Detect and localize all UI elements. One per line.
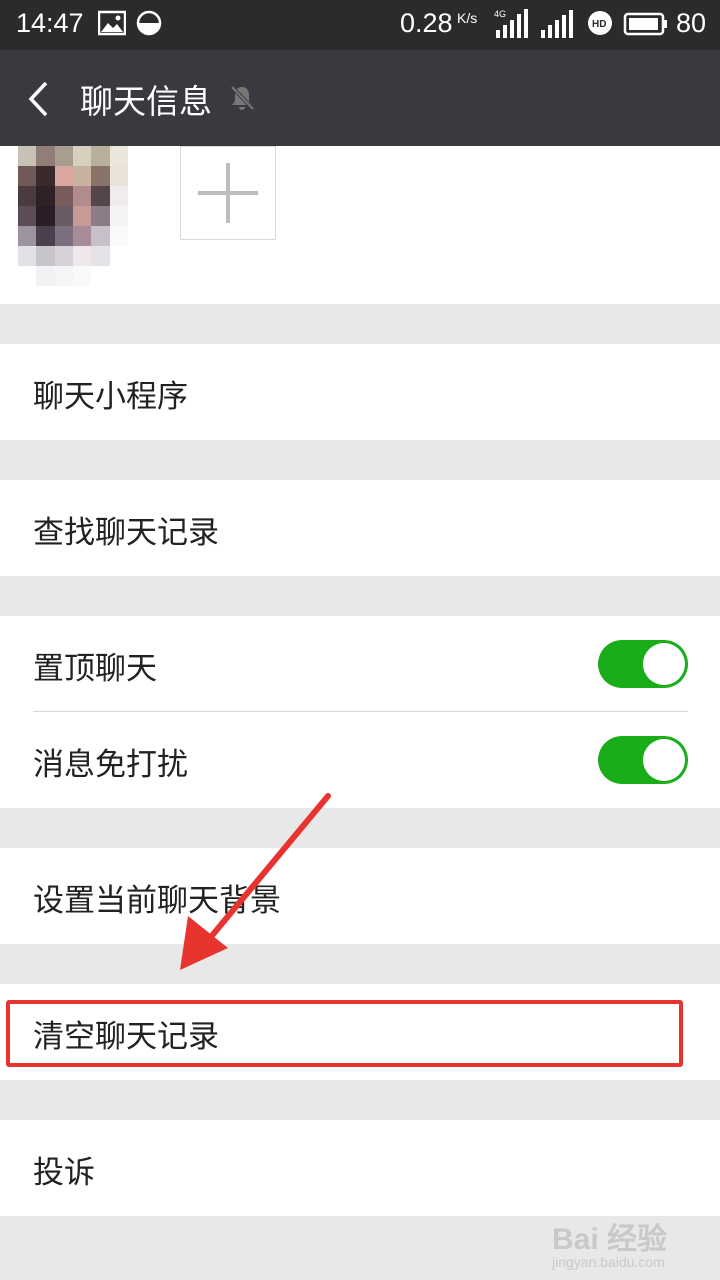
nav-bar: 聊天信息 (0, 50, 720, 146)
battery-level: 80 (676, 8, 707, 38)
watermark-brand: Bai 经验 (552, 1223, 668, 1256)
hd-icon: HD (587, 10, 613, 41)
cell-set-background[interactable]: 设置当前聊天背景 (0, 848, 720, 944)
red-arrow-annotation (170, 790, 340, 984)
svg-text:HD: HD (592, 19, 606, 30)
battery-icon (623, 12, 669, 41)
cell-label: 聊天小程序 (33, 379, 188, 415)
status-time: 14:47 (16, 8, 84, 38)
image-notification-icon (97, 10, 127, 41)
plus-icon (198, 163, 258, 227)
baidu-jingyan-watermark: Bai 经验 jingyan.baidu.com (552, 1214, 712, 1274)
toggle-knob (643, 739, 685, 781)
signal-4g-icon: 4G (493, 8, 529, 45)
back-arrow-icon[interactable] (26, 80, 50, 122)
cell-report[interactable]: 投诉 (0, 1120, 720, 1216)
watermark-url: jingyan.baidu.com (552, 1254, 665, 1270)
page-title: 聊天信息 (80, 82, 212, 121)
cell-search-history[interactable]: 查找聊天记录 (0, 480, 720, 576)
add-member-button[interactable] (180, 146, 276, 240)
sync-notification-icon (136, 10, 162, 41)
cell-mini-program[interactable]: 聊天小程序 (0, 344, 720, 440)
network-speed: 0.28 (400, 8, 453, 38)
cell-label: 置顶聊天 (33, 651, 157, 687)
cell-label: 投诉 (33, 1155, 95, 1191)
cell-sticky-chat: 置顶聊天 (0, 616, 720, 712)
cell-mute-notifications: 消息免打扰 (0, 712, 720, 808)
highlight-box (6, 1000, 683, 1067)
network-speed-unit: K/s (457, 10, 478, 26)
status-bar: 14:47 0.28 K/s 4G HD 80 (0, 0, 720, 50)
sticky-chat-toggle[interactable] (598, 640, 688, 688)
muted-bell-icon (228, 84, 256, 116)
cell-label: 查找聊天记录 (33, 515, 219, 551)
toggle-knob (643, 643, 685, 685)
cell-label: 消息免打扰 (33, 747, 188, 783)
members-area (0, 146, 720, 304)
member-avatar[interactable] (18, 146, 128, 286)
mute-notifications-toggle[interactable] (598, 736, 688, 784)
svg-text:4G: 4G (494, 9, 506, 19)
signal-icon (540, 9, 576, 44)
